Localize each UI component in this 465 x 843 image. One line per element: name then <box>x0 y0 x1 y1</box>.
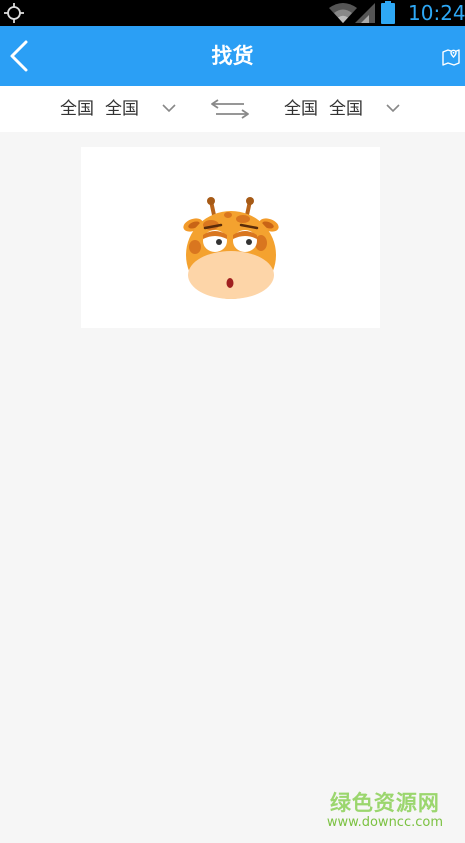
clock: 10:24 <box>408 1 465 25</box>
page-title: 找货 <box>211 44 254 68</box>
route-filter-bar: 全国 全国 全国 全国 <box>0 86 465 132</box>
origin-city: 全国 <box>105 99 139 119</box>
watermark-url: www.downcc.com <box>326 815 443 830</box>
title-bar: 找货 <box>0 26 465 86</box>
signal-icon <box>355 3 375 23</box>
gps-icon <box>4 3 24 23</box>
origin-province: 全国 <box>60 99 94 119</box>
chevron-down-icon <box>162 104 176 113</box>
giraffe-illustration <box>183 197 279 299</box>
wifi-icon <box>329 3 357 23</box>
battery-icon <box>381 1 395 24</box>
origin-selector[interactable]: 全国 全国 <box>60 86 180 132</box>
destination-city: 全国 <box>329 99 363 119</box>
map-pin-icon[interactable] <box>441 46 461 66</box>
destination-province: 全国 <box>284 99 318 119</box>
chevron-down-icon <box>386 104 400 113</box>
destination-selector[interactable]: 全国 全国 <box>284 86 404 132</box>
watermark: 绿色资源网 www.downcc.com <box>327 790 443 830</box>
swap-arrows-icon[interactable] <box>210 96 250 122</box>
status-bar: 10:24 <box>0 0 465 26</box>
empty-state-card <box>81 147 380 328</box>
watermark-name: 绿色资源网 <box>329 791 440 815</box>
